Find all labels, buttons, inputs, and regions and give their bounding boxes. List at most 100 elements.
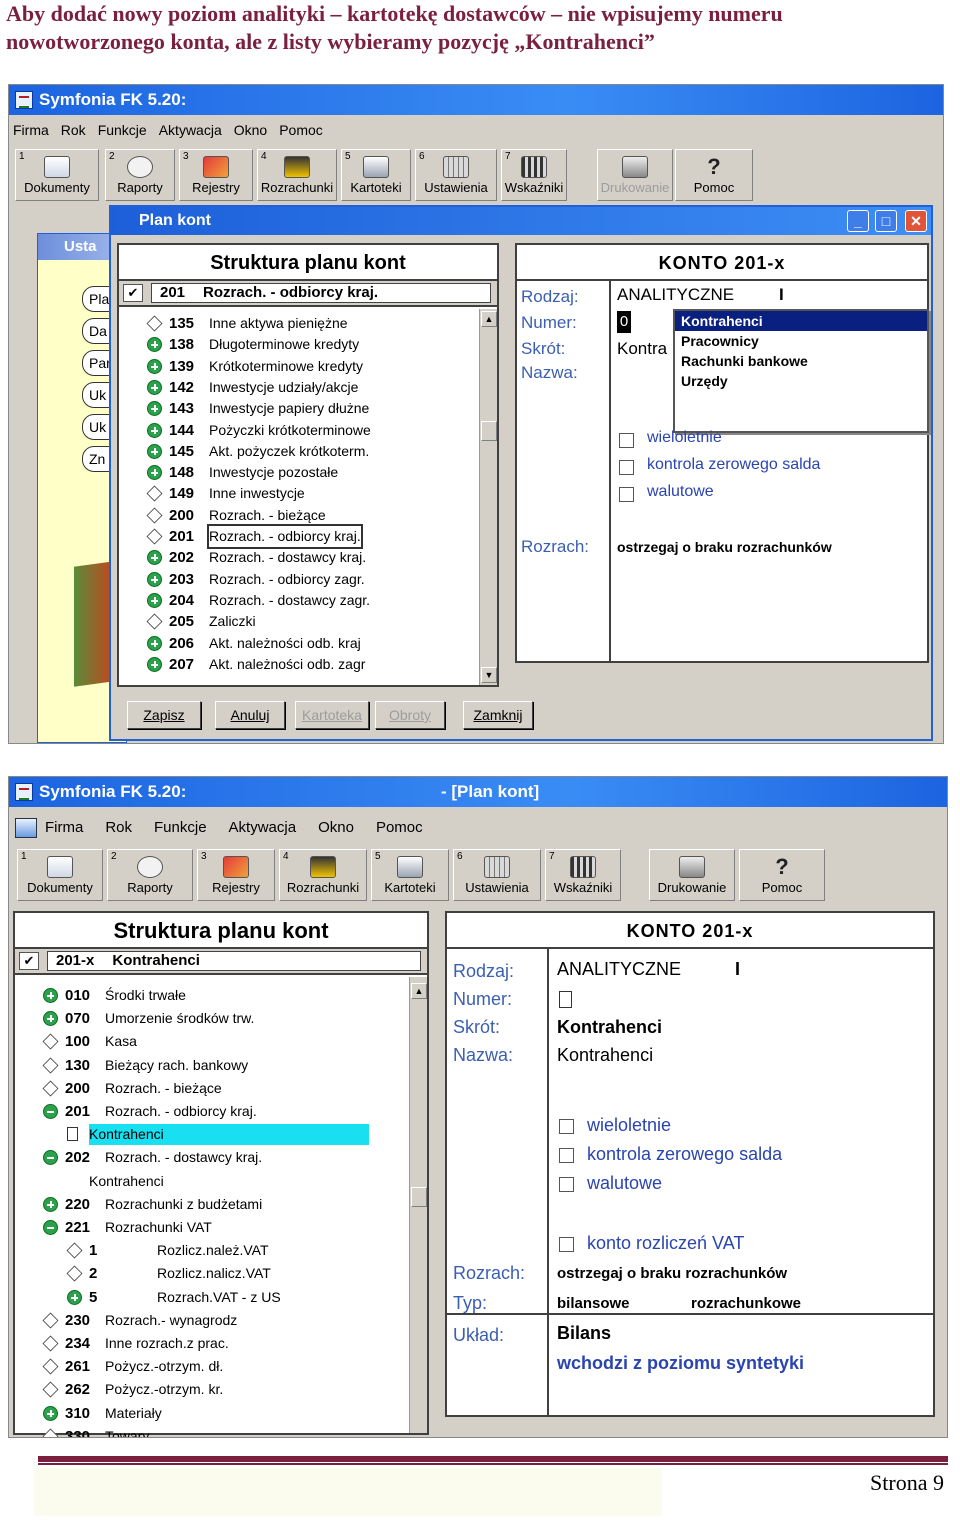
zapisz-button[interactable]: Zapisz [127,701,201,729]
obroty-button[interactable]: Obroty [375,701,445,729]
toolbar-rozrachunki-button[interactable]: 4 Rozrachunki [279,849,367,901]
menu-pomoc[interactable]: Pomoc [376,815,423,841]
toolbar-raporty-button[interactable]: 2 Raporty [107,849,193,901]
tree-row[interactable]: 206 Akt. należności odb. kraj [147,633,487,654]
scroll-down-arrow[interactable]: ▼ [481,667,497,683]
scroll-up-arrow[interactable]: ▲ [411,983,427,999]
minimize-button[interactable]: _ [847,210,869,232]
tree-row[interactable]: 135 Inne aktywa pieniężne [146,313,487,334]
toolbar-kartoteki-button[interactable]: 5 Kartoteki [371,849,449,901]
vat-checkbox[interactable] [559,1237,574,1252]
menu-rok[interactable]: Rok [61,117,86,143]
numer-dropdown-list[interactable]: Kontrahenci Pracownicy Rachunki bankowe Urz… [673,309,929,433]
check-icon[interactable]: ✔ [123,284,143,302]
tree-row[interactable]: 200 Rozrach. - bieżące [42,1078,383,1099]
expand-icon[interactable] [147,656,162,672]
maximize-button[interactable]: □ [875,210,897,232]
tree-row[interactable]: 201 Rozrach. - odbiorcy kraj. [43,1101,383,1122]
menu-funkcje[interactable]: Funkcje [98,117,147,143]
expand-icon[interactable] [147,379,162,395]
checkbox[interactable] [559,1177,574,1192]
expand-icon[interactable] [43,1011,58,1027]
toolbar-wskaźniki-button[interactable]: 7 Wskaźniki [545,849,621,901]
toolbar-ustawienia-button[interactable]: 6 Ustawienia [415,149,497,201]
tree-row[interactable]: 149 Inne inwestycje [146,483,487,504]
tree-row[interactable]: 203 Rozrach. - odbiorcy zagr. [147,569,487,590]
menu-okno[interactable]: Okno [318,815,354,841]
tree-row[interactable]: 261 Pożycz.-otrzym. dł. [42,1356,383,1377]
zamknij-button[interactable]: Zamknij [463,701,533,729]
tree-scrollbar[interactable]: ▲ ▼ [479,309,497,685]
numer-input[interactable]: 0 [617,311,631,333]
tree-row[interactable]: 202 Rozrach. - dostawcy kraj. [147,547,487,568]
toolbar-dokumenty-button[interactable]: 1 Dokumenty [17,849,103,901]
toolbar-dokumenty-button[interactable]: 1 Dokumenty [15,149,99,201]
checkbox[interactable] [619,433,634,448]
toolbar-pomoc-button[interactable]: ? Pomoc [675,149,753,201]
expand-icon[interactable] [147,592,162,608]
menu-pomoc[interactable]: Pomoc [279,117,323,143]
menu-rok[interactable]: Rok [105,815,132,841]
expand-icon[interactable] [67,1289,82,1305]
tree-row[interactable]: 139 Krótkoterminowe kredyty [147,356,487,377]
toolbar-raporty-button[interactable]: 2 Raporty [105,149,175,201]
dropdown-option[interactable]: Rachunki bankowe [675,351,927,371]
expand-icon[interactable] [43,1196,58,1212]
expand-icon[interactable] [147,422,162,438]
tree-row[interactable]: 2 Rozlicz.nalicz.VAT [66,1263,383,1284]
expand-icon[interactable] [43,988,58,1003]
expand-icon[interactable] [147,443,162,459]
menu-aktywacja[interactable]: Aktywacja [159,117,222,143]
tree-row[interactable]: 207 Akt. należności odb. zagr [147,654,487,675]
toolbar-rejestry-button[interactable]: 3 Rejestry [197,849,275,901]
menu-funkcje[interactable]: Funkcje [154,815,207,841]
checkbox[interactable] [619,460,634,475]
tree-row[interactable]: 205 Zaliczki [146,611,487,632]
tree-row[interactable]: 145 Akt. pożyczek krótkoterm. [147,441,487,462]
dropdown-option[interactable]: Kontrahenci [675,311,927,331]
dropdown-option[interactable]: Pracownicy [675,331,927,351]
collapse-icon[interactable] [43,1150,58,1166]
expand-icon[interactable] [147,550,162,566]
checkbox[interactable] [559,1119,574,1134]
menu-aktywacja[interactable]: Aktywacja [229,815,297,841]
expand-icon[interactable] [147,337,162,353]
tree-row[interactable]: 202 Rozrach. - dostawcy kraj. [43,1147,383,1168]
collapse-icon[interactable] [43,1104,58,1119]
tree-row[interactable]: 5 Rozrach.VAT - z US [67,1287,383,1308]
toolbar-pomoc-button[interactable]: ? Pomoc [739,849,825,901]
toolbar-kartoteki-button[interactable]: 5 Kartoteki [341,149,411,201]
tree-row[interactable]: 070 Umorzenie środków trw. [43,1008,383,1029]
scroll-up-arrow[interactable]: ▲ [481,311,497,327]
toolbar-wskaźniki-button[interactable]: 7 Wskaźniki [501,149,567,201]
expand-icon[interactable] [147,401,162,417]
toolbar-ustawienia-button[interactable]: 6 Ustawienia [453,849,541,901]
toolbar-drukowanie-button[interactable]: Drukowanie [649,849,735,901]
menu-firma[interactable]: Firma [45,815,83,841]
selected-account-field[interactable]: 201-x Kontrahenci [47,951,421,971]
tree-row[interactable]: Kontrahenci [67,1124,383,1146]
close-button[interactable]: ✕ [905,210,927,232]
toolbar-drukowanie-button[interactable]: Drukowanie [597,149,673,201]
tree-row[interactable]: 144 Pożyczki krótkoterminowe [147,420,487,441]
tree-row[interactable]: 010 Środki trwałe [43,985,383,1006]
menu-okno[interactable]: Okno [234,117,267,143]
scroll-thumb[interactable] [481,421,497,441]
tree-row[interactable]: 220 Rozrachunki z budżetami [43,1194,383,1215]
tree-row[interactable]: 330 Towary [42,1426,383,1437]
dropdown-option[interactable]: Urzędy [675,371,927,391]
tree-row[interactable]: 201 Rozrach. - odbiorcy kraj. [146,524,487,549]
document-menu-icon[interactable] [15,818,37,838]
tree-row[interactable]: Kontrahenci [67,1171,383,1192]
checkbox[interactable] [559,1148,574,1163]
tree-row[interactable]: 148 Inwestycje pozostałe [147,462,487,483]
toolbar-rozrachunki-button[interactable]: 4 Rozrachunki [257,149,337,201]
expand-icon[interactable] [43,1405,58,1421]
scroll-thumb[interactable] [411,1187,427,1207]
anuluj-button[interactable]: Anuluj [215,701,285,729]
tree-row[interactable]: 230 Rozrach.- wynagrodz [42,1310,383,1331]
tree-row[interactable]: 221 Rozrachunki VAT [43,1217,383,1238]
tree-row[interactable]: 1 Rozlicz.należ.VAT [66,1240,383,1261]
tree-row[interactable]: 234 Inne rozrach.z prac. [42,1333,383,1354]
selected-account-field[interactable]: 201 Rozrach. - odbiorcy kraj. [151,283,491,303]
